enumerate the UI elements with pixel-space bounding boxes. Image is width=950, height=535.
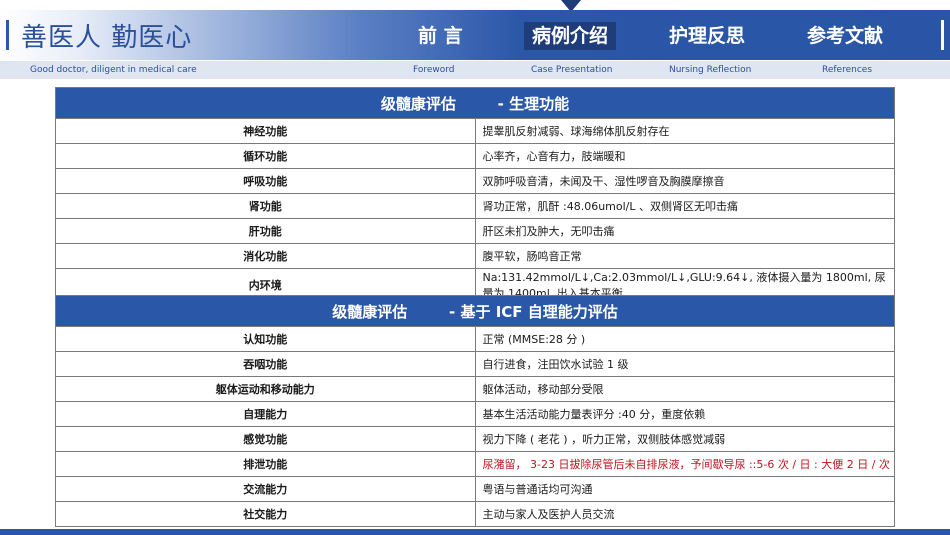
row-key: 交流能力 xyxy=(55,476,476,502)
row-value: 心率齐，心音有力，肢端暖和 xyxy=(474,143,895,169)
row-value: 基本生活活动能力量表评分 :40 分，重度依赖 xyxy=(474,401,895,427)
row-key: 排泄功能 xyxy=(55,451,476,477)
table-row: 吞咽功能 自行进食，注田饮水试验 1 级 xyxy=(55,351,895,377)
section-title-left: 级髓康评估 xyxy=(380,94,456,113)
nav-case-presentation-sub: Case Presentation xyxy=(531,65,613,75)
table-row: 自理能力 基本生活活动能力量表评分 :40 分，重度依赖 xyxy=(55,401,895,427)
row-value: 提睾肌反射减弱、球海绵体肌反射存在 xyxy=(474,118,895,144)
table-header-row: 级髓康评估 - 基于 ICF 自理能力评估 xyxy=(55,295,895,327)
table-row: 交流能力 粤语与普通话均可沟通 xyxy=(55,476,895,502)
row-key: 自理能力 xyxy=(55,401,476,427)
row-value: 自行进食，注田饮水试验 1 级 xyxy=(474,351,895,377)
row-key: 吞咽功能 xyxy=(55,351,476,377)
brand: 善医人 勤医心 xyxy=(0,10,192,60)
table-row: 呼吸功能 双肺呼吸音清，未闻及干、湿性啰音及胸膜摩擦音 xyxy=(55,168,895,194)
row-key: 感觉功能 xyxy=(55,426,476,452)
section-title-right: - 生理功能 xyxy=(497,94,570,113)
brand-title: 善医人 勤医心 xyxy=(21,22,193,53)
header-right-divider xyxy=(941,20,944,50)
bottom-accent-line xyxy=(0,529,950,535)
row-value: 粤语与普通话均可沟通 xyxy=(474,476,895,502)
row-value: 腹平软，肠鸣音正常 xyxy=(474,243,895,269)
row-key: 呼吸功能 xyxy=(55,168,476,194)
row-value: 视力下降 ( 老花 ) ，听力正常，双侧肢体感觉减弱 xyxy=(474,426,895,452)
row-value: 双肺呼吸音清，未闻及干、湿性啰音及胸膜摩擦音 xyxy=(474,168,895,194)
table-row: 排泄功能 尿潴留， 3-23 日拔除尿管后未自排尿液，予间歇导尿 ::5-6 次 … xyxy=(55,451,895,477)
row-key: 躯体运动和移动能力 xyxy=(55,376,476,402)
nav-case-presentation[interactable]: 病例介绍 xyxy=(524,22,617,50)
table-row: 认知功能 正常 (MMSE:28 分 ) xyxy=(55,326,895,352)
nav-references-sub: References xyxy=(822,65,873,75)
row-key: 肾功能 xyxy=(55,193,476,219)
table-row: 肾功能 肾功正常，肌酐 :48.06umol/L 、双侧肾区无叩击痛 xyxy=(55,193,895,219)
table-row: 社交能力 主动与家人及医护人员交流 xyxy=(55,501,895,527)
header-bar: 善医人 勤医心 前 言 病例介绍 护理反思 参考文献 xyxy=(0,10,950,60)
table-row: 感觉功能 视力下降 ( 老花 ) ，听力正常，双侧肢体感觉减弱 xyxy=(55,426,895,452)
row-key: 消化功能 xyxy=(55,243,476,269)
nav-foreword[interactable]: 前 言 xyxy=(418,22,463,50)
icf-self-care-table: 级髓康评估 - 基于 ICF 自理能力评估 认知功能 正常 (MMSE:28 分 … xyxy=(55,295,895,527)
row-value: 正常 (MMSE:28 分 ) xyxy=(474,326,895,352)
subtitle-bar: Good doctor, diligent in medical care Fo… xyxy=(0,61,950,79)
nav-foreword-sub: Foreword xyxy=(413,65,455,75)
nav-nursing-reflection[interactable]: 护理反思 xyxy=(669,22,745,50)
row-value: 肾功正常，肌酐 :48.06umol/L 、双侧肾区无叩击痛 xyxy=(474,193,895,219)
table-header-row: 级髓康评估 - 生理功能 xyxy=(55,87,895,119)
physiological-function-table: 级髓康评估 - 生理功能 神经功能 提睾肌反射减弱、球海绵体肌反射存在 循环功能心… xyxy=(55,87,895,302)
row-key: 社交能力 xyxy=(55,501,476,527)
row-key: 认知功能 xyxy=(55,326,476,352)
section-title-left: 级髓康评估 xyxy=(332,302,408,321)
row-value: 主动与家人及医护人员交流 xyxy=(474,501,895,527)
table-row: 神经功能 提睾肌反射减弱、球海绵体肌反射存在 xyxy=(55,118,895,144)
table-row: 消化功能 腹平软，肠鸣音正常 xyxy=(55,243,895,269)
brand-divider xyxy=(6,20,9,50)
row-key: 循环功能 xyxy=(55,143,476,169)
row-key: 肝功能 xyxy=(55,218,476,244)
section-title: 级髓康评估 - 生理功能 xyxy=(55,87,895,119)
nav-nursing-reflection-sub: Nursing Reflection xyxy=(669,65,752,75)
nav-references[interactable]: 参考文献 xyxy=(807,22,883,50)
brand-subtitle: Good doctor, diligent in medical care xyxy=(30,65,197,75)
row-value: 肝区未扪及肿大，无叩击痛 xyxy=(474,218,895,244)
row-value-alert: 尿潴留， 3-23 日拔除尿管后未自排尿液，予间歇导尿 ::5-6 次 / 日 … xyxy=(474,451,895,477)
table-row: 肝功能 肝区未扪及肿大，无叩击痛 xyxy=(55,218,895,244)
table-row: 躯体运动和移动能力 躯体活动，移动部分受限 xyxy=(55,376,895,402)
section-title-right: - 基于 ICF 自理能力评估 xyxy=(449,302,618,321)
table-row: 循环功能 心率齐，心音有力，肢端暖和 xyxy=(55,143,895,169)
section-title: 级髓康评估 - 基于 ICF 自理能力评估 xyxy=(55,295,895,327)
row-key: 神经功能 xyxy=(55,118,476,144)
row-value: 躯体活动，移动部分受限 xyxy=(474,376,895,402)
